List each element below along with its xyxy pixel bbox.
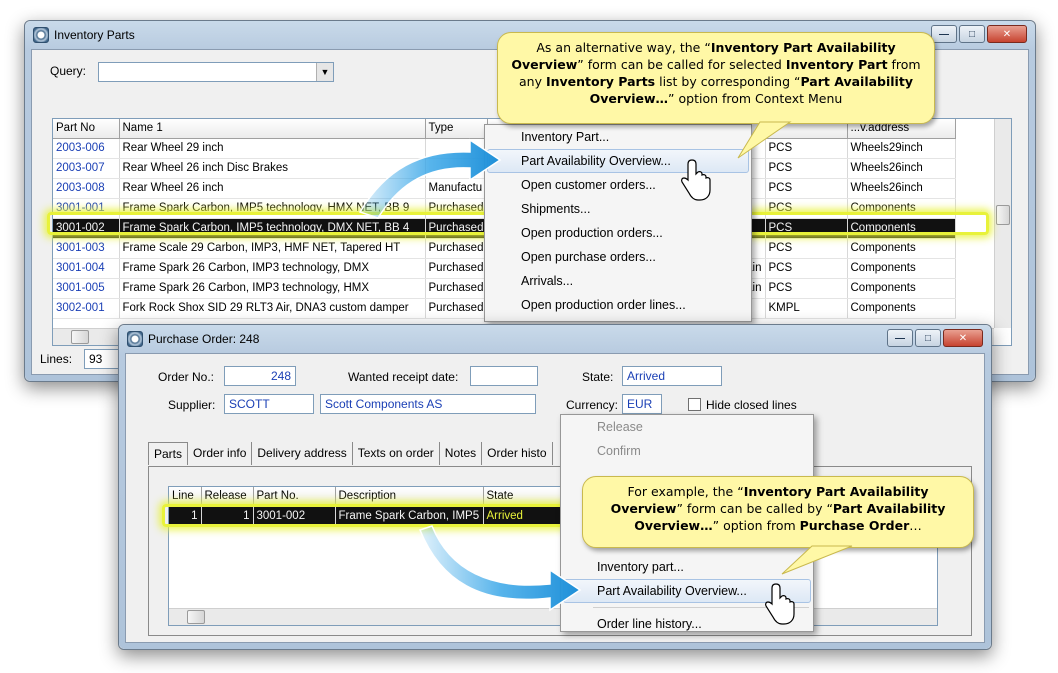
arrow-bottom-icon — [419, 525, 582, 612]
hand-cursor-icon — [681, 159, 711, 201]
annotation-overlay — [358, 121, 853, 625]
hand-cursor-icon — [765, 583, 795, 625]
callout-bottom-pointer — [781, 545, 853, 575]
callout-top-pointer — [737, 121, 792, 159]
arrow-top-icon — [358, 138, 502, 219]
